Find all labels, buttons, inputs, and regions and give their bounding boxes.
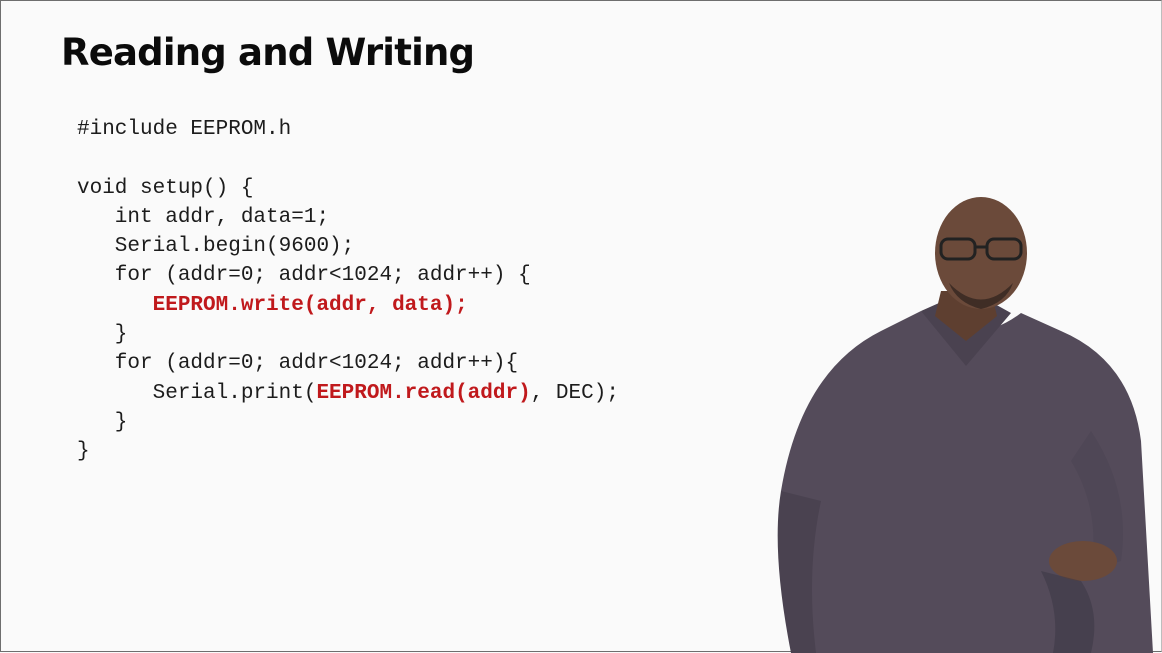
code-line: for (addr=0; addr<1024; addr++) { bbox=[77, 264, 531, 288]
code-line: void setup() { bbox=[77, 176, 254, 200]
code-line: } bbox=[77, 410, 128, 434]
slide-title: Reading and Writing bbox=[61, 31, 475, 74]
presenter-hand bbox=[1049, 541, 1117, 581]
slide-frame: Reading and Writing #include EEPROM.h vo… bbox=[0, 0, 1162, 653]
code-prefix: Serial.print( bbox=[77, 381, 317, 405]
code-line: } bbox=[77, 323, 128, 347]
eeprom-write-highlight: EEPROM.write(addr, data); bbox=[152, 293, 468, 317]
code-line: for (addr=0; addr<1024; addr++){ bbox=[77, 352, 519, 376]
code-line-write: EEPROM.write(addr, data); bbox=[77, 291, 619, 320]
code-line: #include EEPROM.h bbox=[77, 118, 292, 141]
code-line: int addr, data=1; bbox=[77, 205, 330, 229]
code-suffix: , DEC); bbox=[530, 381, 619, 405]
presenter-image bbox=[777, 197, 1153, 653]
code-line: } bbox=[77, 440, 90, 464]
presenter-head bbox=[935, 197, 1027, 309]
code-line-read: Serial.print(EEPROM.read(addr), DEC); bbox=[77, 379, 619, 408]
code-block: #include EEPROM.h void setup() { int add… bbox=[77, 115, 619, 467]
eeprom-read-highlight: EEPROM.read(addr) bbox=[316, 381, 531, 405]
code-line: Serial.begin(9600); bbox=[77, 235, 355, 259]
